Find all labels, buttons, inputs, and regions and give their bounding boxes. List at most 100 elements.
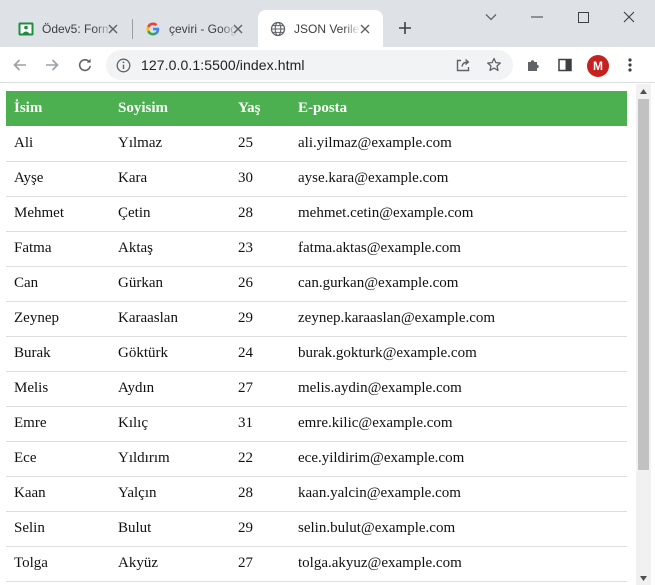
cell-yas: 22 (230, 441, 290, 477)
cell-soyisim: Yılmaz (110, 126, 230, 162)
cell-isim: Fatma (6, 231, 110, 267)
cell-isim: Ali (6, 126, 110, 162)
close-tab-icon[interactable] (357, 21, 373, 37)
page-viewport: İsim Soyisim Yaş E-posta Ali Yılmaz 25 ali.… (0, 84, 655, 585)
cell-isim: Burak (6, 336, 110, 372)
table-row: Zeynep Karaaslan 29 zeynep.karaaslan@exampl… (6, 301, 627, 337)
minimize-button[interactable] (526, 6, 548, 28)
tab-title: Ödev5: Formlar (42, 21, 112, 36)
table-row: Burak Göktürk 24 burak.gokturk@example.com (6, 336, 627, 372)
maximize-button[interactable] (572, 6, 594, 28)
forward-button[interactable] (39, 52, 65, 78)
extensions-puzzle-icon[interactable] (520, 52, 546, 78)
close-window-button[interactable] (618, 6, 640, 28)
side-panel-icon[interactable] (552, 52, 578, 78)
cell-isim: Mehmet (6, 196, 110, 232)
cell-eposta: ali.yilmaz@example.com (290, 126, 627, 162)
profile-avatar[interactable]: M (587, 55, 609, 77)
cell-isim: Kaan (6, 476, 110, 512)
cell-soyisim: Çetin (110, 196, 230, 232)
tab-search-chevron-down-icon[interactable] (480, 6, 502, 28)
cell-yas: 27 (230, 371, 290, 407)
cell-eposta: can.gurkan@example.com (290, 266, 627, 302)
share-icon[interactable] (452, 54, 474, 76)
table-row: Kaan Yalçın 28 kaan.yalcin@example.com (6, 476, 627, 512)
table-row: Ayşe Kara 30 ayse.kara@example.com (6, 161, 627, 197)
browser-toolbar: 127.0.0.1:5500/index.html (0, 47, 655, 83)
cell-soyisim: Yıldırım (110, 441, 230, 477)
cell-eposta: ayse.kara@example.com (290, 161, 627, 197)
table-row: Emre Kılıç 31 emre.kilic@example.com (6, 406, 627, 442)
address-bar[interactable]: 127.0.0.1:5500/index.html (106, 50, 513, 80)
table-row: Selin Bulut 29 selin.bulut@example.com (6, 511, 627, 547)
scroll-up-arrow-icon[interactable] (636, 84, 651, 98)
cell-eposta: kaan.yalcin@example.com (290, 476, 627, 512)
cell-yas: 29 (230, 511, 290, 547)
tab-title: JSON Verileri (294, 21, 360, 36)
cell-yas: 31 (230, 406, 290, 442)
table-row: Fatma Aktaş 23 fatma.aktas@example.com (6, 231, 627, 267)
cell-soyisim: Karaaslan (110, 301, 230, 337)
cell-eposta: zeynep.karaaslan@example.com (290, 301, 627, 337)
cell-isim: Ece (6, 441, 110, 477)
tab-title: çeviri - Google'da Ara (169, 21, 237, 36)
tab-json-verileri[interactable]: JSON Verileri (258, 10, 383, 47)
vertical-scrollbar[interactable] (636, 84, 651, 585)
column-header-yas: Yaş (230, 91, 290, 126)
reload-button[interactable] (72, 52, 98, 78)
cell-isim: Melis (6, 371, 110, 407)
new-tab-button[interactable] (394, 17, 416, 39)
table-row: Can Gürkan 26 can.gurkan@example.com (6, 266, 627, 302)
cell-yas: 28 (230, 196, 290, 232)
cell-soyisim: Aktaş (110, 231, 230, 267)
scroll-down-arrow-icon[interactable] (636, 571, 651, 585)
classroom-icon (18, 21, 34, 37)
table-row: Melis Aydın 27 melis.aydin@example.com (6, 371, 627, 407)
cell-soyisim: Gürkan (110, 266, 230, 302)
close-tab-icon[interactable] (105, 21, 121, 37)
cell-eposta: tolga.akyuz@example.com (290, 546, 627, 582)
cell-yas: 24 (230, 336, 290, 372)
cell-isim: Zeynep (6, 301, 110, 337)
tab-odev5[interactable]: Ödev5: Formlar (8, 10, 131, 47)
cell-soyisim: Göktürk (110, 336, 230, 372)
table-row: Tolga Akyüz 27 tolga.akyuz@example.com (6, 546, 627, 582)
cell-eposta: ece.yildirim@example.com (290, 441, 627, 477)
cell-soyisim: Bulut (110, 511, 230, 547)
cell-eposta: fatma.aktas@example.com (290, 231, 627, 267)
users-table: İsim Soyisim Yaş E-posta Ali Yılmaz 25 ali.… (6, 91, 627, 582)
column-header-eposta: E-posta (290, 91, 627, 126)
back-button[interactable] (7, 52, 33, 78)
cell-yas: 25 (230, 126, 290, 162)
cell-eposta: melis.aydin@example.com (290, 371, 627, 407)
cell-eposta: mehmet.cetin@example.com (290, 196, 627, 232)
cell-yas: 26 (230, 266, 290, 302)
cell-yas: 27 (230, 546, 290, 582)
cell-isim: Ayşe (6, 161, 110, 197)
cell-soyisim: Akyüz (110, 546, 230, 582)
cell-soyisim: Kara (110, 161, 230, 197)
table-row: Ali Yılmaz 25 ali.yilmaz@example.com (6, 126, 627, 162)
menu-kebab-icon[interactable] (617, 52, 643, 78)
cell-isim: Tolga (6, 546, 110, 582)
table-header-row: İsim Soyisim Yaş E-posta (6, 91, 627, 126)
tab-strip: Ödev5: Formlar çeviri - Google'da Ara (0, 0, 655, 47)
close-tab-icon[interactable] (230, 21, 246, 37)
cell-yas: 29 (230, 301, 290, 337)
cell-soyisim: Aydın (110, 371, 230, 407)
tab-ceviri[interactable]: çeviri - Google'da Ara (133, 10, 256, 47)
cell-isim: Selin (6, 511, 110, 547)
site-info-icon[interactable] (115, 57, 131, 73)
column-header-soyisim: Soyisim (110, 91, 230, 126)
cell-isim: Emre (6, 406, 110, 442)
cell-eposta: emre.kilic@example.com (290, 406, 627, 442)
table-row: Ece Yıldırım 22 ece.yildirim@example.com (6, 441, 627, 477)
scrollbar-thumb[interactable] (638, 99, 649, 470)
cell-eposta: burak.gokturk@example.com (290, 336, 627, 372)
cell-isim: Can (6, 266, 110, 302)
cell-soyisim: Yalçın (110, 476, 230, 512)
bookmark-star-icon[interactable] (483, 54, 505, 76)
google-icon (145, 21, 161, 37)
cell-yas: 23 (230, 231, 290, 267)
cell-soyisim: Kılıç (110, 406, 230, 442)
